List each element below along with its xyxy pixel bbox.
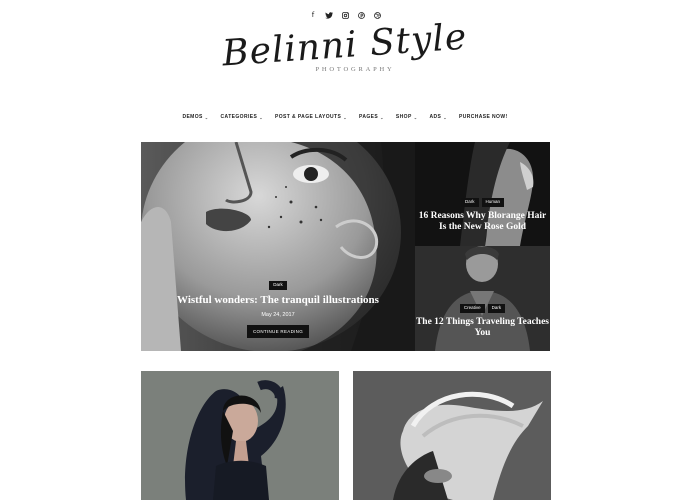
chevron-down-icon: ⌄ [343, 114, 348, 120]
logo-subtitle: PHOTOGRAPHY [315, 66, 395, 73]
post-thumbnail[interactable] [353, 371, 551, 500]
category-tag[interactable]: Human [481, 198, 505, 207]
featured-main-overlay: Dark Wistful wonders: The tranquil illus… [141, 281, 415, 338]
nav-item-demos[interactable]: DEMOS ⌄ [182, 114, 208, 120]
site-logo[interactable]: Belinni Style PHOTOGRAPHY [0, 16, 690, 74]
twitter-icon[interactable] [325, 10, 333, 20]
category-tag[interactable]: Creative [459, 304, 485, 313]
main-nav: DEMOS ⌄ CATEGORIES ⌄ POST & PAGE LAYOUTS ⌄ … [0, 114, 690, 120]
post-date: May 24, 2017 [261, 311, 295, 318]
side-bottom-overlay: Creative Dark The 12 Things Traveling Te… [415, 304, 550, 339]
chevron-down-icon: ⌄ [259, 114, 264, 120]
post-thumbnail-photo [141, 371, 339, 500]
nav-item-shop[interactable]: SHOP ⌄ [396, 114, 418, 120]
chevron-down-icon: ⌄ [443, 114, 447, 120]
post-thumbnail-photo [353, 371, 551, 500]
continue-reading-button[interactable]: CONTINUE READING [246, 324, 310, 338]
featured-main-post[interactable]: Dark Wistful wonders: The tranquil illus… [141, 142, 415, 351]
featured-side-post-top[interactable]: Dark Human 16 Reasons Why Blorange Hair … [415, 142, 550, 246]
pinterest-icon[interactable] [357, 10, 365, 20]
social-links: f [0, 10, 690, 20]
category-tag[interactable]: Dark [269, 281, 287, 290]
chevron-down-icon: ⌄ [413, 114, 418, 120]
nav-item-ads[interactable]: ADS ⌄ [429, 114, 447, 120]
chevron-down-icon: ⌄ [204, 114, 209, 120]
post-title[interactable]: 16 Reasons Why Blorange Hair Is the New … [415, 211, 550, 234]
nav-item-categories[interactable]: CATEGORIES ⌄ [221, 114, 263, 120]
featured-slider: Dark Wistful wonders: The tranquil illus… [141, 142, 550, 351]
post-title[interactable]: The 12 Things Traveling Teaches You [415, 317, 550, 340]
facebook-icon[interactable]: f [309, 10, 317, 20]
nav-item-post-page-layouts[interactable]: POST & PAGE LAYOUTS ⌄ [275, 114, 347, 120]
side-top-overlay: Dark Human 16 Reasons Why Blorange Hair … [415, 198, 550, 233]
post-thumbnail[interactable] [141, 371, 339, 500]
logo-script: Belinni Style [221, 16, 469, 75]
post-title[interactable]: Wistful wonders: The tranquil illustrati… [141, 294, 415, 307]
nav-item-purchase-now[interactable]: PURCHASE NOW! [459, 114, 508, 120]
instagram-icon[interactable] [341, 10, 349, 20]
category-tag[interactable]: Dark [460, 198, 479, 207]
nav-item-pages[interactable]: PAGES ⌄ [359, 114, 384, 120]
category-tag[interactable]: Dark [487, 304, 506, 313]
dribbble-icon[interactable] [373, 10, 381, 20]
chevron-down-icon: ⌄ [380, 114, 384, 120]
featured-side-post-bottom[interactable]: Creative Dark The 12 Things Traveling Te… [415, 246, 550, 351]
